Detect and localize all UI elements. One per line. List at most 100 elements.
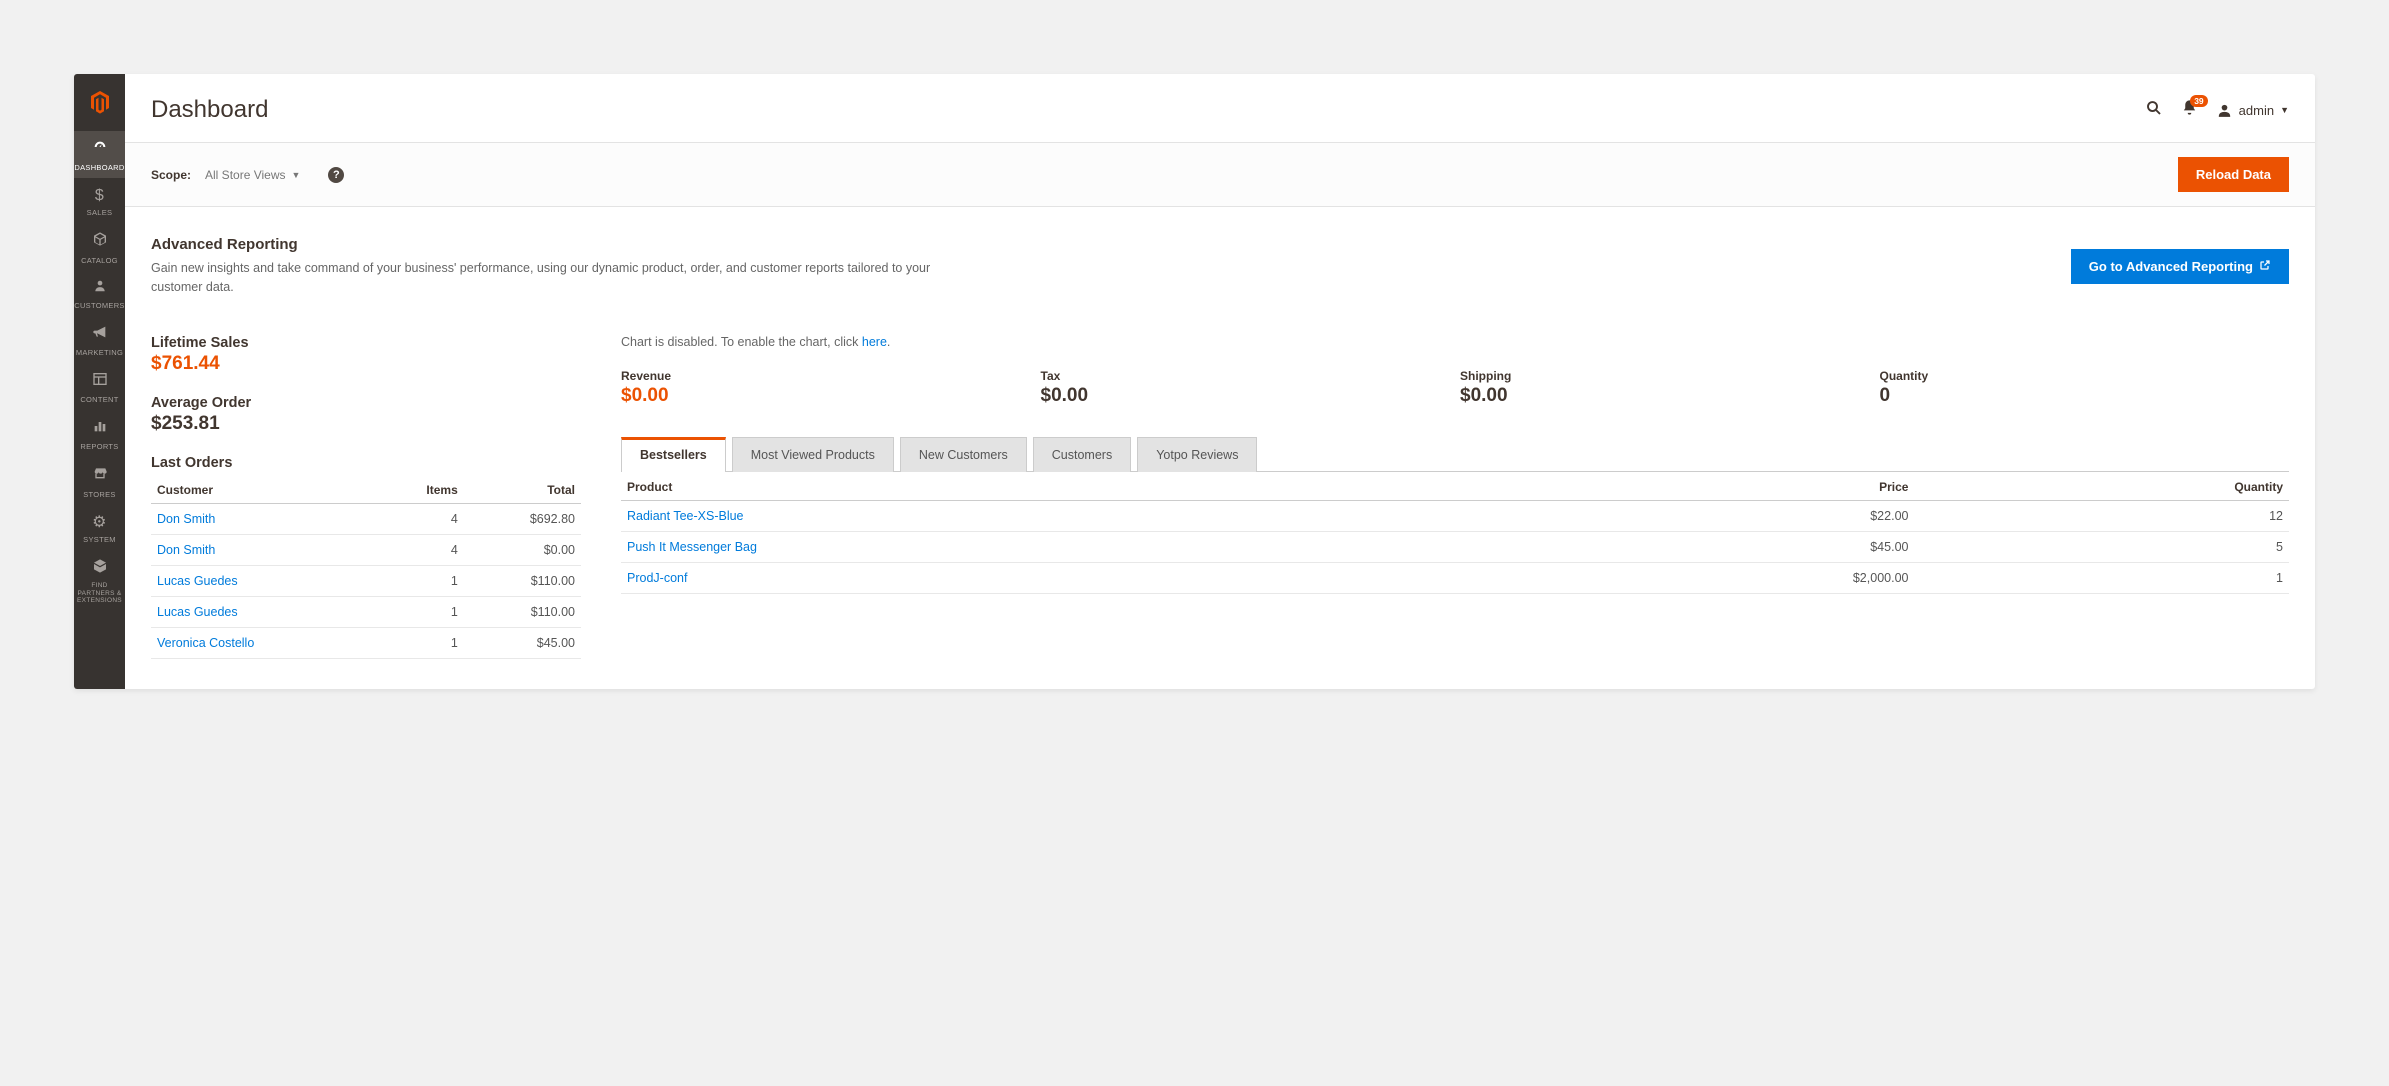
sidebar-item-label: SALES — [74, 208, 125, 217]
megaphone-icon — [74, 324, 125, 345]
help-icon[interactable]: ? — [328, 167, 344, 183]
table-row[interactable]: Don Smith4$0.00 — [151, 534, 581, 565]
sidebar-item-marketing[interactable]: MARKETING — [74, 316, 125, 363]
metric: Shipping $0.00 — [1460, 369, 1870, 407]
cell-items: 4 — [375, 534, 464, 565]
metric: Revenue $0.00 — [621, 369, 1031, 407]
cell-price: $45.00 — [1497, 531, 1914, 562]
tab-bestsellers[interactable]: Bestsellers — [621, 437, 726, 472]
cell-quantity: 5 — [1914, 531, 2289, 562]
sidebar-item-customers[interactable]: CUSTOMERS — [74, 271, 125, 316]
average-order-label: Average Order — [151, 395, 581, 411]
sidebar-item-catalog[interactable]: CATALOG — [74, 223, 125, 270]
dashboard-right-column: Chart is disabled. To enable the chart, … — [621, 335, 2289, 659]
chevron-down-icon: ▼ — [2280, 105, 2289, 115]
bestsellers-table: Product Price Quantity Radiant Tee-XS-Bl… — [621, 472, 2289, 594]
advanced-reporting-row: Advanced Reporting Gain new insights and… — [151, 207, 2289, 317]
magento-logo[interactable] — [88, 82, 112, 131]
col-quantity[interactable]: Quantity — [1914, 472, 2289, 501]
scope-label: Scope: — [151, 168, 191, 182]
sidebar-item-label: FIND PARTNERS & EXTENSIONS — [74, 582, 125, 605]
cell-customer: Don Smith — [151, 534, 375, 565]
scope-select[interactable]: All Store Views ▼ — [205, 168, 300, 182]
sidebar-item-label: REPORTS — [74, 442, 125, 451]
storefront-icon — [74, 465, 125, 486]
sidebar-item-partners[interactable]: FIND PARTNERS & EXTENSIONS — [74, 550, 125, 612]
sidebar-item-reports[interactable]: REPORTS — [74, 410, 125, 457]
col-product[interactable]: Product — [621, 472, 1497, 501]
user-icon — [2216, 102, 2233, 119]
tab-new-customers[interactable]: New Customers — [900, 437, 1027, 472]
table-row[interactable]: Push It Messenger Bag$45.005 — [621, 531, 2289, 562]
layout-icon — [74, 371, 125, 392]
average-order-value: $253.81 — [151, 413, 581, 435]
reload-data-button[interactable]: Reload Data — [2178, 157, 2289, 192]
tab-yotpo-reviews[interactable]: Yotpo Reviews — [1137, 437, 1257, 472]
sidebar-item-stores[interactable]: STORES — [74, 457, 125, 504]
cell-total: $692.80 — [464, 503, 581, 534]
notifications-badge: 39 — [2190, 95, 2207, 107]
dashboard-left-column: Lifetime Sales $761.44 Average Order $25… — [151, 335, 581, 659]
col-customer[interactable]: Customer — [151, 475, 375, 504]
dollar-icon: $ — [74, 186, 125, 205]
cell-quantity: 1 — [1914, 562, 2289, 593]
user-menu[interactable]: admin ▼ — [2216, 102, 2289, 119]
sidebar-item-dashboard[interactable]: DASHBOARD — [74, 131, 125, 178]
table-row[interactable]: Don Smith4$692.80 — [151, 503, 581, 534]
dashboard-icon — [74, 139, 125, 160]
page-header: Dashboard 39 admin ▼ — [125, 74, 2315, 143]
table-row[interactable]: Radiant Tee-XS-Blue$22.0012 — [621, 500, 2289, 531]
sidebar-item-content[interactable]: CONTENT — [74, 363, 125, 410]
cell-customer: Don Smith — [151, 503, 375, 534]
last-orders-table: Customer Items Total Don Smith4$692.80Do… — [151, 475, 581, 659]
table-row[interactable]: Lucas Guedes1$110.00 — [151, 565, 581, 596]
chevron-down-icon: ▼ — [292, 170, 301, 180]
cell-customer: Lucas Guedes — [151, 565, 375, 596]
tab-customers[interactable]: Customers — [1033, 437, 1131, 472]
advanced-reporting-desc: Gain new insights and take command of yo… — [151, 259, 951, 297]
col-price[interactable]: Price — [1497, 472, 1914, 501]
lifetime-sales-stat: Lifetime Sales $761.44 — [151, 335, 581, 375]
advanced-reporting-button[interactable]: Go to Advanced Reporting — [2071, 249, 2289, 284]
table-row[interactable]: ProdJ-conf$2,000.001 — [621, 562, 2289, 593]
sidebar-item-label: CATALOG — [74, 256, 125, 265]
external-link-icon — [2259, 259, 2271, 274]
chart-disabled-message: Chart is disabled. To enable the chart, … — [621, 335, 2289, 349]
search-icon[interactable] — [2145, 99, 2163, 122]
cell-items: 1 — [375, 565, 464, 596]
notifications-icon[interactable]: 39 — [2181, 99, 2198, 121]
sidebar-nav: DASHBOARD $ SALES CATALOG CUSTOMERS MARK… — [74, 74, 125, 689]
cell-price: $22.00 — [1497, 500, 1914, 531]
cell-customer: Veronica Costello — [151, 627, 375, 658]
metric-label: Revenue — [621, 369, 1031, 383]
metric-value: $0.00 — [1041, 385, 1451, 407]
scope-bar: Scope: All Store Views ▼ ? Reload Data — [125, 143, 2315, 207]
chart-enable-link[interactable]: here — [862, 335, 887, 349]
sidebar-item-label: DASHBOARD — [74, 163, 125, 172]
tab-most-viewed-products[interactable]: Most Viewed Products — [732, 437, 894, 472]
col-items[interactable]: Items — [375, 475, 464, 504]
box-icon — [74, 231, 125, 252]
sidebar-item-sales[interactable]: $ SALES — [74, 178, 125, 223]
metric-value: $0.00 — [1460, 385, 1870, 407]
sidebar-item-label: CUSTOMERS — [74, 301, 125, 310]
table-row[interactable]: Lucas Guedes1$110.00 — [151, 596, 581, 627]
user-name: admin — [2239, 103, 2274, 118]
cell-product: Radiant Tee-XS-Blue — [621, 500, 1497, 531]
advanced-reporting-title: Advanced Reporting — [151, 236, 951, 253]
sidebar-item-label: STORES — [74, 490, 125, 499]
col-total[interactable]: Total — [464, 475, 581, 504]
average-order-stat: Average Order $253.81 — [151, 395, 581, 435]
cell-items: 4 — [375, 503, 464, 534]
content-area: Advanced Reporting Gain new insights and… — [125, 207, 2315, 689]
sidebar-item-system[interactable]: ⚙ SYSTEM — [74, 505, 125, 550]
gear-icon: ⚙ — [74, 513, 125, 532]
table-row[interactable]: Veronica Costello1$45.00 — [151, 627, 581, 658]
sidebar-item-label: CONTENT — [74, 395, 125, 404]
chart-msg-suffix: . — [887, 335, 890, 349]
metric-value: $0.00 — [621, 385, 1031, 407]
metric-label: Shipping — [1460, 369, 1870, 383]
cell-total: $0.00 — [464, 534, 581, 565]
cell-total: $110.00 — [464, 565, 581, 596]
metric: Quantity0 — [1880, 369, 2290, 407]
